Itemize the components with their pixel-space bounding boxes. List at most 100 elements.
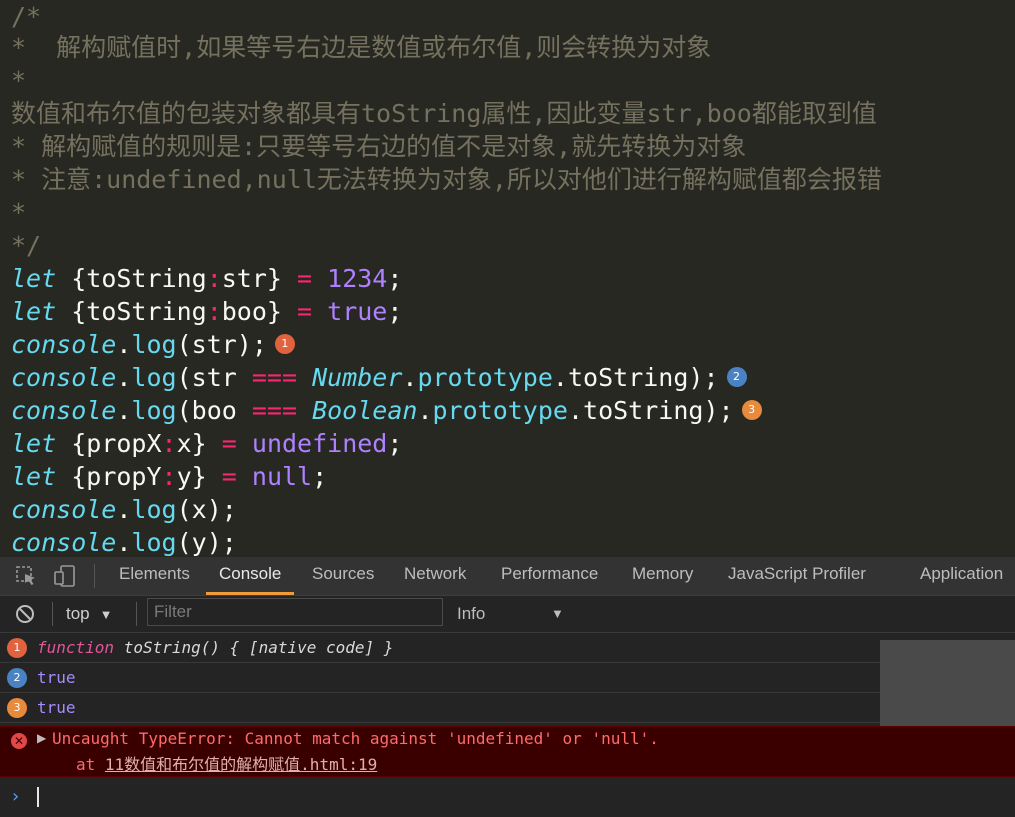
prototype-prop: prototype (417, 363, 553, 392)
variable-name: x (176, 429, 192, 458)
code-line: let {toString:str} = 1234; (11, 264, 403, 293)
context-label: top (66, 604, 90, 623)
text-cursor (37, 787, 39, 807)
variable-name: x (191, 495, 207, 524)
inspect-element-icon[interactable] (13, 563, 39, 589)
console-log-row: 1 function toString() { [native code] } (0, 633, 880, 663)
clear-console-icon[interactable] (14, 603, 36, 625)
error-icon: ✕ (11, 733, 27, 749)
console-error-row: ✕ ▶ Uncaught TypeError: Cannot match aga… (0, 726, 1015, 777)
log-text-rest: toString() { [native code] } (123, 638, 394, 657)
log-marker-1: 1 (274, 334, 295, 354)
comment-line: /* (11, 2, 42, 31)
log-method: log (131, 363, 177, 392)
log-badge: 3 (7, 698, 27, 718)
console-object: console (11, 495, 117, 524)
property-name: toString (86, 264, 207, 293)
comment-line: * (11, 198, 27, 227)
variable-name: str (221, 264, 267, 293)
comment-line: * 解构赋值的规则是:只要等号右边的值不是对象,就先转换为对象 (11, 132, 747, 161)
log-method: log (131, 528, 177, 557)
device-toolbar-icon[interactable] (52, 563, 78, 589)
builtin-boolean: Boolean (312, 396, 418, 425)
tab-network[interactable]: Network (404, 557, 466, 595)
code-line: console.log(y); (11, 528, 237, 557)
property-name: propX (86, 429, 162, 458)
comment-line: * 解构赋值时,如果等号右边是数值或布尔值,则会转换为对象 (11, 33, 712, 62)
variable-name: str (191, 330, 237, 359)
error-stack: at 11数值和布尔值的解构赋值.html:19 (76, 751, 377, 775)
console-log-row: 3 true (0, 693, 880, 723)
tab-performance[interactable]: Performance (501, 557, 598, 595)
builtin-number: Number (312, 363, 403, 392)
log-marker-3: 3 (741, 400, 762, 420)
log-level-select[interactable]: Info ▼ (457, 596, 567, 632)
error-source-link[interactable]: 11数值和布尔值的解构赋值.html:19 (105, 755, 377, 774)
filter-input[interactable] (147, 598, 443, 626)
log-badge: 2 (7, 668, 27, 688)
log-text: true (37, 668, 76, 687)
code-line: console.log(x); (11, 495, 237, 524)
chevron-down-icon: ▼ (551, 606, 564, 621)
prompt-chevron-icon: › (12, 786, 20, 807)
error-message: Uncaught TypeError: Cannot match against… (52, 729, 659, 748)
log-method: log (131, 396, 177, 425)
log-method: log (131, 330, 177, 359)
log-text: function toString() { [native code] } (37, 633, 393, 662)
variable-name: y (176, 462, 192, 491)
code-line: let {toString:boo} = true; (11, 297, 403, 326)
chevron-down-icon: ▼ (99, 607, 113, 622)
tab-sources[interactable]: Sources (312, 557, 374, 595)
tab-console[interactable]: Console (206, 557, 295, 595)
code-line: let {propX:x} = undefined; (11, 429, 403, 458)
tab-javascript-profiler[interactable]: JavaScript Profiler (728, 557, 866, 595)
log-level-label: Info (457, 604, 486, 623)
code-line: let {propY:y} = null; (11, 462, 328, 491)
code-line: console.log(str === Number.prototype.toS… (11, 361, 747, 394)
console-prompt[interactable]: › (0, 778, 1015, 817)
code-line: console.log(boo === Boolean.prototype.to… (11, 394, 762, 427)
log-method: log (131, 495, 177, 524)
devtools-panel: Elements Console Sources Network Perform… (0, 557, 1015, 817)
console-object: console (11, 330, 117, 359)
console-object: console (11, 396, 117, 425)
expand-triangle-icon[interactable]: ▶ (37, 731, 46, 745)
log-text: true (37, 698, 76, 717)
comment-line: * (11, 66, 27, 95)
keyword-let: let (11, 429, 57, 458)
comment-line: * 注意:undefined,null无法转换为对象,所以对他们进行解构赋值都会… (11, 165, 882, 194)
property-name: toString (583, 396, 704, 425)
prototype-prop: prototype (432, 396, 568, 425)
error-stack-at: at (76, 755, 96, 774)
code-line: console.log(str); 1 (11, 328, 295, 361)
property-name: propY (86, 462, 162, 491)
context-selector[interactable]: top ▼ (66, 596, 113, 632)
boolean-literal: true (327, 297, 388, 326)
variable-name: y (191, 528, 207, 557)
log-badge: 1 (7, 638, 27, 658)
undefined-literal: undefined (251, 429, 388, 458)
console-toolbar: top ▼ Info ▼ (0, 596, 1015, 633)
property-name: toString (567, 363, 689, 392)
number-literal: 1234 (327, 264, 388, 293)
log-marker-2: 2 (726, 367, 747, 387)
null-literal: null (251, 462, 313, 491)
tab-memory[interactable]: Memory (632, 557, 693, 595)
log-text-function-keyword: function (37, 638, 115, 657)
devtools-tabbar: Elements Console Sources Network Perform… (0, 557, 1015, 596)
console-object: console (11, 363, 117, 392)
console-log-row: 2 true (0, 663, 880, 693)
keyword-let: let (11, 462, 57, 491)
code-editor[interactable]: /* * 解构赋值时,如果等号右边是数值或布尔值,则会转换为对象 * 数值和布尔… (0, 0, 1015, 557)
console-object: console (11, 528, 117, 557)
variable-name: boo (191, 396, 237, 425)
variable-name: boo (221, 297, 267, 326)
variable-name: str (191, 363, 237, 392)
keyword-let: let (11, 297, 57, 326)
keyword-let: let (11, 264, 57, 293)
property-name: toString (86, 297, 207, 326)
tab-application[interactable]: Application (920, 557, 1003, 595)
comment-line: */ (11, 231, 42, 260)
comment-line: 数值和布尔值的包装对象都具有toString属性,因此变量str,boo都能取到… (11, 99, 877, 128)
tab-elements[interactable]: Elements (119, 557, 190, 595)
